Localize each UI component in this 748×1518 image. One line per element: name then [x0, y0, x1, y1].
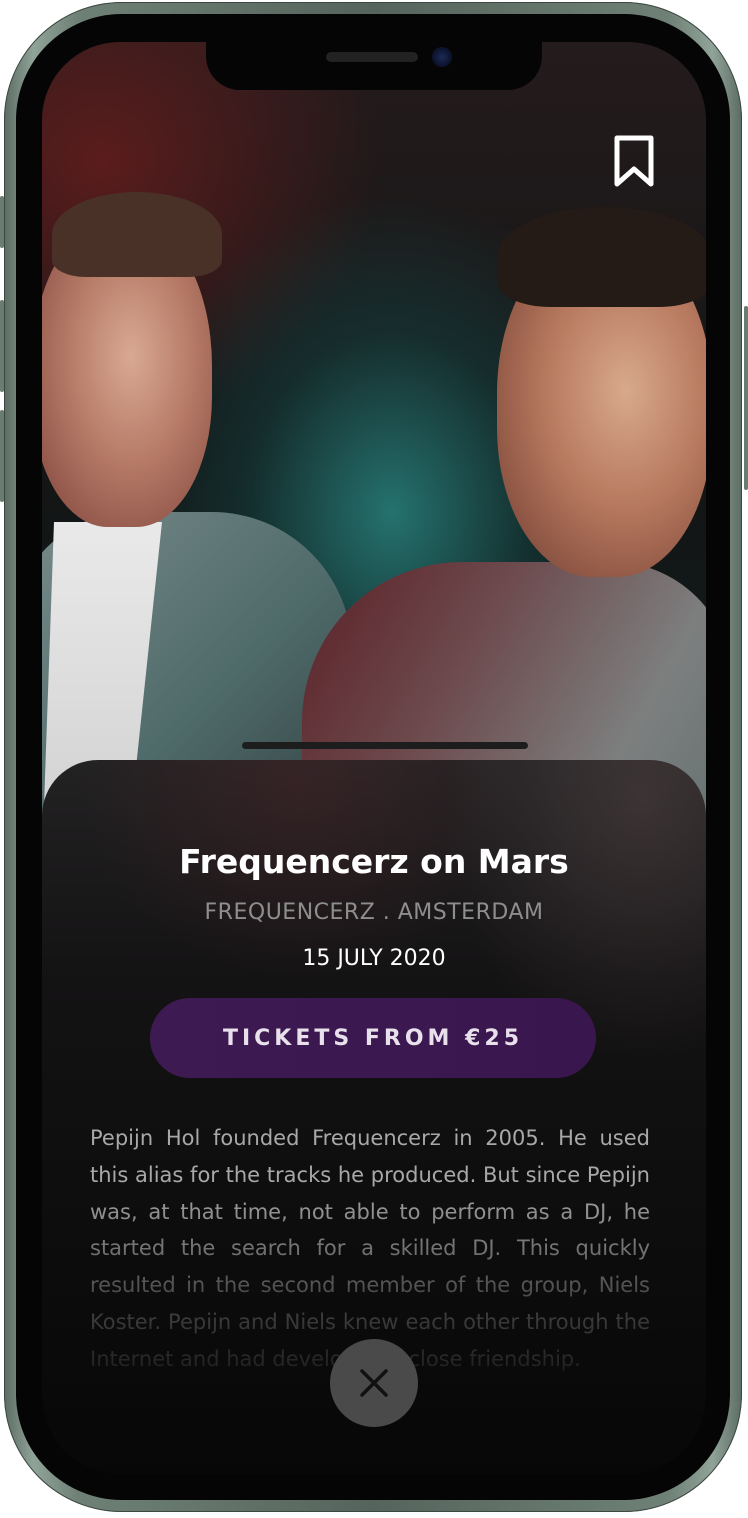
event-subtitle: FREQUENCERZ . AMSTERDAM [204, 900, 544, 925]
home-indicator [242, 742, 528, 749]
tickets-button-label: TICKETS FROM €25 [222, 1025, 524, 1051]
speaker-grille [326, 52, 418, 62]
app-screen: Frequencerz on Mars FREQUENCERZ . AMSTER… [42, 42, 706, 1474]
close-button[interactable] [330, 1339, 418, 1427]
side-button [0, 196, 4, 248]
close-icon [360, 1369, 388, 1397]
side-button [744, 306, 748, 490]
notch [206, 40, 542, 90]
artist-left-hair [52, 192, 222, 277]
bookmark-icon[interactable] [612, 134, 656, 190]
side-button [0, 410, 4, 502]
front-camera [432, 47, 452, 67]
artist-right-hair [497, 207, 706, 307]
side-button [0, 300, 4, 392]
tickets-button[interactable]: TICKETS FROM €25 [150, 998, 596, 1078]
event-date: 15 JULY 2020 [302, 946, 446, 971]
artist-photo [42, 42, 706, 882]
event-title: Frequencerz on Mars [179, 842, 569, 881]
